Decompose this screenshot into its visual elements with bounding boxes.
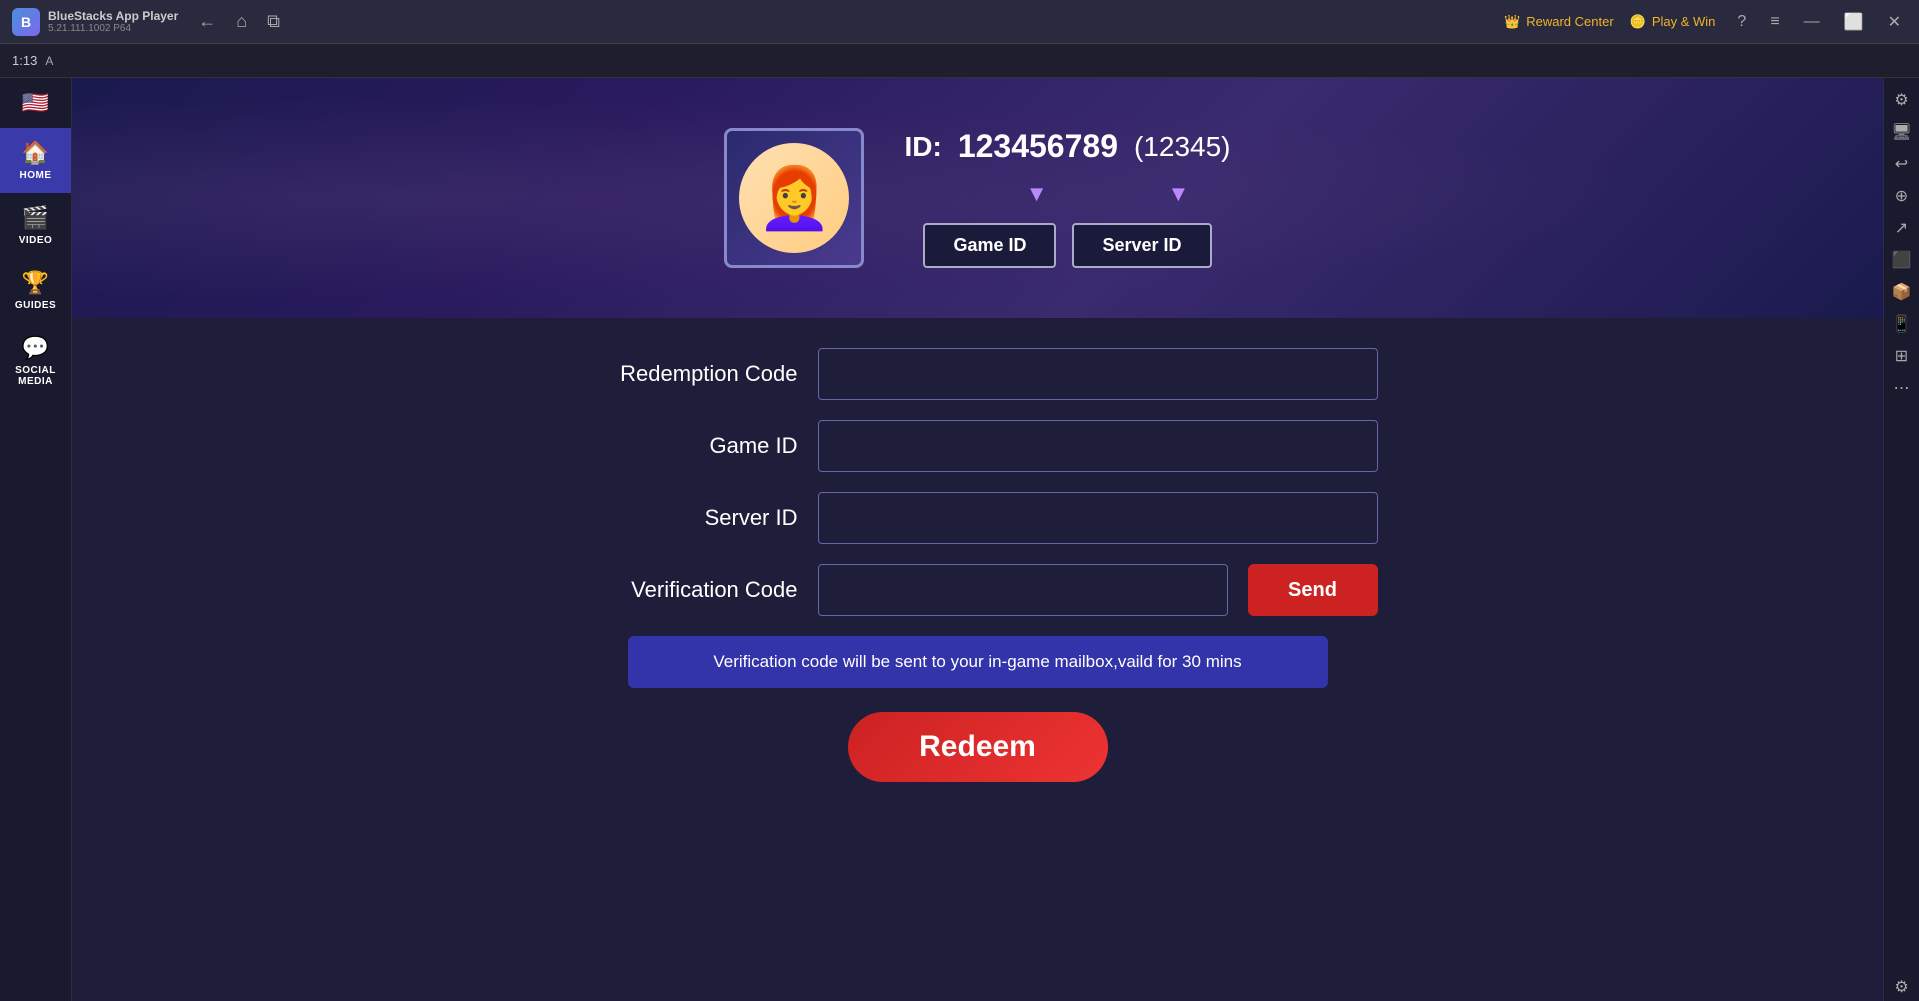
- rs-display-icon[interactable]: 🖥: [1888, 118, 1916, 146]
- app-info: BlueStacks App Player 5.21.111.1002 P64: [48, 9, 178, 34]
- redemption-code-label: Redemption Code: [578, 361, 798, 387]
- redeem-button[interactable]: Redeem: [848, 712, 1108, 782]
- sidebar-item-video[interactable]: 🎬 VIDEO: [0, 193, 71, 258]
- home-label: HOME: [20, 170, 52, 181]
- rs-rotate-icon[interactable]: ↩: [1888, 150, 1916, 178]
- rs-add-icon[interactable]: ⊕: [1888, 182, 1916, 210]
- social-icon: 💬: [22, 335, 49, 361]
- game-id-row: Game ID: [578, 420, 1378, 472]
- form-area: Redemption Code Game ID Server ID Verifi…: [72, 318, 1883, 1001]
- home-icon: 🏠: [22, 140, 49, 166]
- guides-label: GUIDES: [15, 300, 56, 311]
- reward-label: Reward Center: [1526, 14, 1613, 29]
- rs-apk-icon[interactable]: 📦: [1888, 278, 1916, 306]
- verification-code-label: Verification Code: [578, 577, 798, 603]
- character-face: 👩‍🦰: [739, 143, 849, 253]
- sidebar: 🇺🇸 🏠 HOME 🎬 VIDEO 🏆 GUIDES 💬 SOCIALMEDIA: [0, 78, 72, 1001]
- window-controls: ? ≡ — ⬜ ✕: [1731, 10, 1907, 34]
- redemption-code-row: Redemption Code: [578, 348, 1378, 400]
- rs-share-icon[interactable]: ↗: [1888, 214, 1916, 242]
- game-id-arrow: ▼: [1026, 181, 1048, 207]
- game-id-button[interactable]: Game ID: [923, 223, 1056, 268]
- restore-button[interactable]: ⬜: [1838, 10, 1870, 34]
- title-bar-actions: 👑 Reward Center 🪙 Play & Win ? ≡ — ⬜ ✕: [1504, 10, 1907, 34]
- reward-center[interactable]: 👑 Reward Center: [1504, 14, 1614, 30]
- server-id-button[interactable]: Server ID: [1072, 223, 1211, 268]
- info-text: Verification code will be sent to your i…: [713, 652, 1241, 671]
- title-bar: B BlueStacks App Player 5.21.111.1002 P6…: [0, 0, 1919, 44]
- guides-icon: 🏆: [22, 270, 49, 296]
- id-display: ID: 123456789 (12345) ▼ ▼ Game ID Server…: [904, 128, 1230, 268]
- play-win-label: Play & Win: [1652, 14, 1716, 29]
- id-arrows: ▼ ▼: [946, 181, 1190, 207]
- redemption-code-input[interactable]: [818, 348, 1378, 400]
- video-label: VIDEO: [19, 235, 53, 246]
- verification-code-row: Verification Code Send: [578, 564, 1378, 616]
- social-label: SOCIALMEDIA: [15, 365, 56, 387]
- content-area: 👩‍🦰 ID: 123456789 (12345) ▼ ▼ Game ID Se…: [72, 78, 1883, 1001]
- multi-button[interactable]: ⧉: [263, 7, 284, 36]
- verification-code-input[interactable]: [818, 564, 1228, 616]
- app-logo: B: [12, 8, 40, 36]
- top-banner: 👩‍🦰 ID: 123456789 (12345) ▼ ▼ Game ID Se…: [72, 78, 1883, 318]
- server-id-arrow: ▼: [1167, 181, 1189, 207]
- id-server-value: (12345): [1134, 131, 1231, 163]
- play-win[interactable]: 🪙 Play & Win: [1630, 14, 1716, 30]
- coin-icon: 🪙: [1630, 14, 1646, 30]
- home-button[interactable]: ⌂: [232, 7, 251, 36]
- close-button[interactable]: ✕: [1882, 10, 1907, 34]
- keyboard-icon: A: [45, 54, 53, 68]
- sidebar-item-flag[interactable]: 🇺🇸: [0, 78, 71, 128]
- app-name: BlueStacks App Player: [48, 9, 178, 23]
- game-id-input[interactable]: [818, 420, 1378, 472]
- id-text-label: ID:: [904, 131, 941, 163]
- sidebar-item-guides[interactable]: 🏆 GUIDES: [0, 258, 71, 323]
- right-sidebar: ⚙ 🖥 ↩ ⊕ ↗ ⬛ 📦 📱 ⊞ ⋯ ⚙: [1883, 78, 1919, 1001]
- rs-settings-icon[interactable]: ⚙: [1888, 86, 1916, 114]
- video-icon: 🎬: [22, 205, 49, 231]
- rs-more-icon[interactable]: ⋯: [1888, 374, 1916, 402]
- id-numbers: ID: 123456789 (12345): [904, 128, 1230, 165]
- app-version: 5.21.111.1002 P64: [48, 23, 178, 34]
- id-main-value: 123456789: [958, 128, 1118, 165]
- time-display: 1:13: [12, 53, 37, 68]
- rs-bottom-settings-icon[interactable]: ⚙: [1888, 973, 1916, 1001]
- game-id-label: Game ID: [578, 433, 798, 459]
- info-banner: Verification code will be sent to your i…: [628, 636, 1328, 688]
- id-buttons: Game ID Server ID: [923, 223, 1211, 268]
- server-id-input[interactable]: [818, 492, 1378, 544]
- address-bar: 1:13 A: [0, 44, 1919, 78]
- server-id-row: Server ID: [578, 492, 1378, 544]
- banner-content: 👩‍🦰 ID: 123456789 (12345) ▼ ▼ Game ID Se…: [724, 128, 1230, 268]
- nav-buttons: ← ⌂ ⧉: [194, 7, 284, 36]
- server-id-label: Server ID: [578, 505, 798, 531]
- rs-grid-icon[interactable]: ⊞: [1888, 342, 1916, 370]
- menu-button[interactable]: ≡: [1764, 10, 1785, 34]
- sidebar-item-home[interactable]: 🏠 HOME: [0, 128, 71, 193]
- main-layout: 🇺🇸 🏠 HOME 🎬 VIDEO 🏆 GUIDES 💬 SOCIALMEDIA: [0, 78, 1919, 1001]
- sidebar-item-social[interactable]: 💬 SOCIALMEDIA: [0, 323, 71, 399]
- help-button[interactable]: ?: [1731, 10, 1752, 34]
- reward-icon: 👑: [1504, 14, 1520, 30]
- character-avatar: 👩‍🦰: [724, 128, 864, 268]
- flag-icon: 🇺🇸: [18, 90, 54, 116]
- rs-screen-icon[interactable]: ⬛: [1888, 246, 1916, 274]
- minimize-button[interactable]: —: [1798, 10, 1826, 34]
- back-button[interactable]: ←: [194, 7, 220, 36]
- send-button[interactable]: Send: [1248, 564, 1378, 616]
- rs-phone-icon[interactable]: 📱: [1888, 310, 1916, 338]
